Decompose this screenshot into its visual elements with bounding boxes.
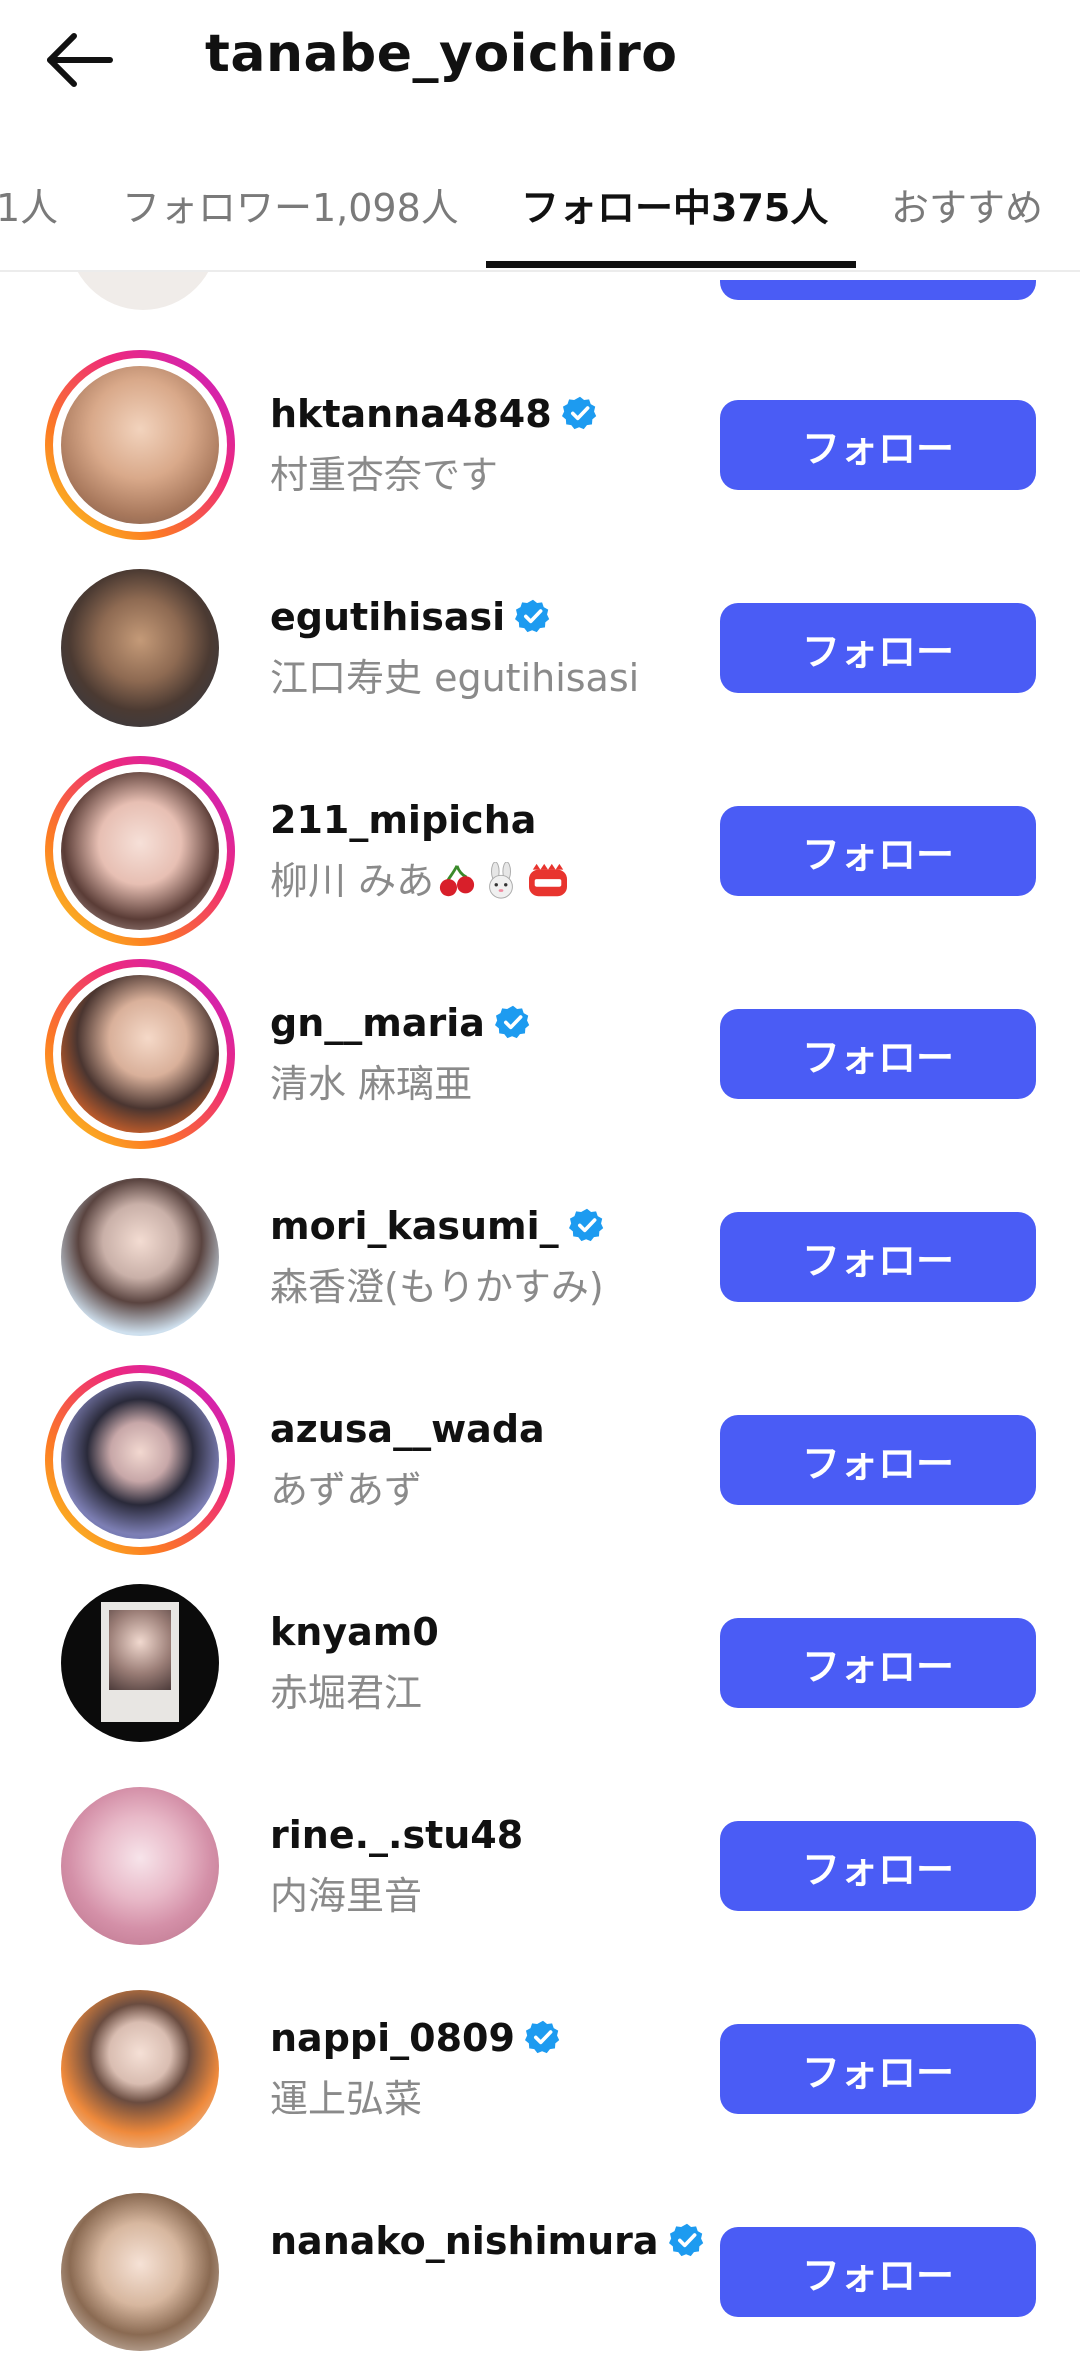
full-name: 清水 麻璃亜 xyxy=(270,1062,473,1106)
cherry-emoji-icon xyxy=(439,865,475,897)
avatar[interactable] xyxy=(45,553,235,743)
tab-following[interactable]: フォロー中375人 xyxy=(521,177,828,232)
follow-button[interactable]: フォロー xyxy=(720,1009,1036,1099)
avatar[interactable] xyxy=(45,1365,235,1555)
username[interactable]: egutihisasi xyxy=(270,595,551,639)
follow-button[interactable]: フォロー xyxy=(720,603,1036,693)
verified-badge-icon xyxy=(561,396,596,430)
verified-badge-icon xyxy=(515,599,550,633)
active-tab-indicator xyxy=(486,261,856,268)
list-item[interactable]: nanako_nishimura フォロー xyxy=(0,2167,1080,2351)
avatar[interactable] xyxy=(45,350,235,540)
avatar[interactable] xyxy=(45,1568,235,1758)
back-arrow-icon[interactable] xyxy=(44,30,116,90)
username[interactable]: 211_mipicha xyxy=(270,798,536,842)
verified-badge-icon xyxy=(494,1005,530,1039)
list-item[interactable]: egutihisasi 江口寿史 egutihisasi フォロー xyxy=(0,543,1080,733)
following-list: hktanna4848 村重杏奈です フォロー egutihisasi 江口寿史… xyxy=(0,0,1080,2351)
list-item[interactable]: mori_kasumi_ 森香澄(もりかすみ) フォロー xyxy=(0,1152,1080,1342)
list-item[interactable]: nappi_0809 運上弘菜 フォロー xyxy=(0,1964,1080,2154)
full-name: 内海里音 xyxy=(270,1874,423,1918)
username[interactable]: mori_kasumi_ xyxy=(270,1204,605,1248)
rabbit-emoji-icon xyxy=(489,862,513,899)
tab-mutual[interactable]: 1人 xyxy=(0,177,58,232)
list-item[interactable]: azusa__wada あずあず フォロー xyxy=(0,1355,1080,1555)
top-bar: tanabe_yoichiro xyxy=(0,0,1080,115)
list-item[interactable]: gn__maria 清水 麻璃亜 フォロー xyxy=(0,949,1080,1149)
follow-button-partial[interactable] xyxy=(720,280,1036,304)
avatar[interactable] xyxy=(45,2177,235,2367)
follow-button[interactable]: フォロー xyxy=(720,2227,1036,2317)
follow-button[interactable]: フォロー xyxy=(720,1618,1036,1708)
follow-button[interactable]: フォロー xyxy=(720,400,1036,490)
username[interactable]: nanako_nishimura xyxy=(270,2219,705,2263)
tab-suggested[interactable]: おすすめ xyxy=(891,177,1043,232)
avatar[interactable] xyxy=(45,1974,235,2164)
full-name: 村重杏奈です xyxy=(270,453,499,497)
username[interactable]: knyam0 xyxy=(270,1610,439,1654)
avatar[interactable] xyxy=(45,1162,235,1352)
verified-badge-icon xyxy=(668,2223,703,2257)
no-entry-emoji-icon xyxy=(529,863,568,897)
full-name: 運上弘菜 xyxy=(270,2077,423,2121)
full-name: 森香澄(もりかすみ) xyxy=(270,1265,604,1309)
follow-button[interactable]: フォロー xyxy=(720,1415,1036,1505)
full-name: 赤堀君江 xyxy=(270,1671,423,1715)
username[interactable]: azusa__wada xyxy=(270,1407,545,1451)
username[interactable]: gn__maria xyxy=(270,1001,531,1045)
full-name: 江口寿史 egutihisasi xyxy=(270,656,640,700)
username[interactable]: rine._.stu48 xyxy=(270,1813,523,1857)
list-item[interactable]: rine._.stu48 内海里音 フォロー xyxy=(0,1761,1080,1951)
follow-button[interactable]: フォロー xyxy=(720,1212,1036,1302)
avatar[interactable] xyxy=(45,756,235,946)
follow-button[interactable]: フォロー xyxy=(720,2024,1036,2114)
page-title: tanabe_yoichiro xyxy=(205,24,678,84)
avatar[interactable] xyxy=(45,1771,235,1961)
username[interactable]: hktanna4848 xyxy=(270,392,598,436)
full-name: 柳川 みあ xyxy=(270,850,570,905)
full-name: あずあず xyxy=(270,1468,423,1512)
follow-button[interactable]: フォロー xyxy=(720,1821,1036,1911)
username[interactable]: nappi_0809 xyxy=(270,2016,561,2060)
list-item[interactable]: 211_mipicha 柳川 みあ フォロー xyxy=(0,746,1080,946)
tab-followers[interactable]: フォロワー1,098人 xyxy=(122,177,459,232)
verified-badge-icon xyxy=(568,1208,603,1242)
tab-bar: 1人 フォロワー1,098人 フォロー中375人 おすすめ xyxy=(0,155,1080,272)
follow-button[interactable]: フォロー xyxy=(720,806,1036,896)
list-item[interactable]: hktanna4848 村重杏奈です フォロー xyxy=(0,340,1080,540)
verified-badge-icon xyxy=(524,2020,560,2054)
full-name-text: 柳川 みあ xyxy=(270,859,435,903)
list-item[interactable]: knyam0 赤堀君江 フォロー xyxy=(0,1558,1080,1748)
avatar[interactable] xyxy=(45,959,235,1149)
